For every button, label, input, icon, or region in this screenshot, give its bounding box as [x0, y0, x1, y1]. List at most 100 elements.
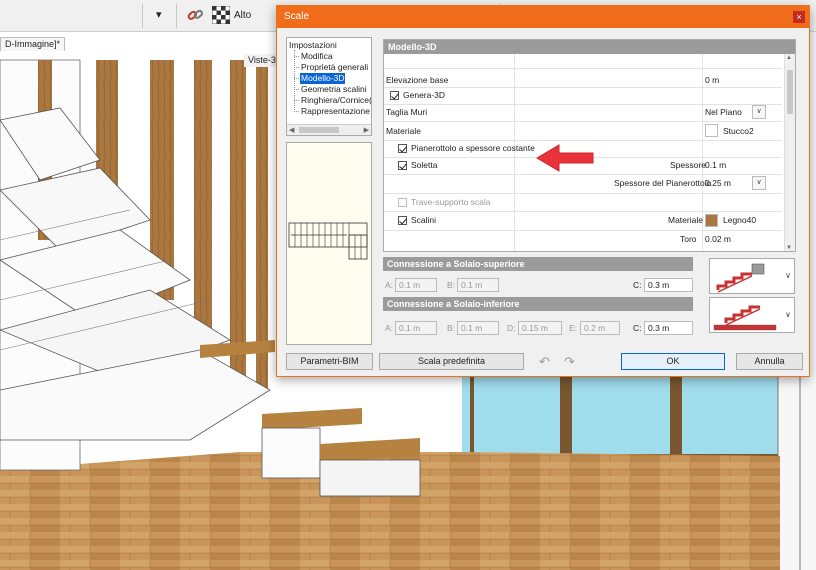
materiale-value[interactable]: Stucco2	[723, 126, 754, 137]
upper-b-label: B:	[447, 280, 456, 290]
tree-item-proprieta-generali[interactable]: Proprietà generali	[301, 62, 368, 73]
redo-icon[interactable]: ↷	[564, 355, 575, 368]
row-divider	[384, 104, 782, 105]
settings-tree[interactable]: Impostazioni Modifica Proprietà generali…	[286, 37, 372, 136]
genera-3d-label: Genera-3D	[403, 90, 446, 100]
row-divider	[384, 230, 782, 231]
upper-a-field[interactable]: 0.1 m	[395, 278, 437, 292]
pianerottolo-checkbox[interactable]	[398, 144, 407, 153]
upper-b-field[interactable]: 0.1 m	[457, 278, 499, 292]
view-level-label[interactable]: Alto	[234, 10, 251, 21]
spessore-pianerottolo-dropdown[interactable]: ∨	[752, 176, 766, 190]
taglia-muri-label: Taglia Muri	[386, 107, 428, 117]
chain-link-icon[interactable]	[186, 6, 204, 24]
dialog-title-bar[interactable]: Scale	[277, 6, 809, 28]
lower-b-field[interactable]: 0.1 m	[457, 321, 499, 335]
scalini-checkbox[interactable]	[398, 216, 407, 225]
lower-a-label: A:	[385, 323, 394, 333]
row-divider	[384, 87, 782, 88]
scalini-materiale-label: Materiale	[668, 215, 703, 225]
stair-plan-preview	[286, 142, 372, 345]
elevazione-base-value[interactable]: 0 m	[705, 75, 719, 86]
tree-connector	[294, 78, 299, 79]
chevron-down-icon[interactable]: ∨	[785, 271, 791, 280]
upper-c-field[interactable]: 0.3 m	[644, 278, 693, 292]
spessore-pianerottolo-value[interactable]: 0.25 m	[705, 178, 731, 189]
lower-e-label: E:	[569, 323, 578, 333]
tree-connector	[294, 100, 299, 101]
tree-item-geometria-scalini[interactable]: Geometria scalini	[301, 84, 367, 95]
cancel-button[interactable]: Annulla	[736, 353, 803, 370]
scrollbar-thumb[interactable]	[787, 70, 793, 114]
tree-connector	[294, 89, 299, 90]
genera-3d-checkbox[interactable]	[390, 91, 399, 100]
undo-icon[interactable]: ↶	[539, 355, 550, 368]
legno-swatch[interactable]	[705, 214, 718, 227]
scroll-down-icon[interactable]: ▼	[786, 245, 792, 251]
lower-connection-type-select[interactable]: ∨	[709, 297, 795, 333]
section-header-upper: Connessione a Solaio-superiore	[383, 257, 693, 271]
materiale-label: Materiale	[386, 126, 421, 136]
lower-d-label: D:	[507, 323, 516, 333]
lower-e-field[interactable]: 0.2 m	[580, 321, 620, 335]
lower-d-field[interactable]: 0.15 m	[518, 321, 562, 335]
tree-item-ringhiera-cornice[interactable]: Ringhiera/Cornice(+	[301, 95, 371, 106]
row-divider	[384, 68, 782, 69]
panel-vertical-scrollbar[interactable]: ▲ ▼	[784, 54, 795, 251]
stairs-dialog: Scale × Impostazioni Modifica Proprietà …	[276, 5, 810, 377]
tree-root-settings[interactable]: Impostazioni	[289, 40, 337, 51]
toro-value[interactable]: 0.02 m	[705, 234, 731, 245]
tree-item-modello-3d[interactable]: Modello-3D	[300, 73, 346, 84]
tree-item-rappresentazione[interactable]: Rappresentazione s	[301, 106, 371, 117]
stair-plan-drawing	[288, 222, 368, 260]
toro-label: Toro	[680, 234, 697, 244]
section-header-lower: Connessione a Solaio-inferiore	[383, 297, 693, 311]
scrollbar-thumb[interactable]	[299, 127, 339, 133]
row-divider	[384, 174, 782, 175]
trave-supporto-label: Trave-supporto scala	[411, 197, 491, 207]
upper-a-label: A:	[385, 280, 394, 290]
pianerottolo-label: Pianerottolo a spessore costante	[411, 143, 535, 153]
scroll-left-icon[interactable]: ◀	[289, 126, 294, 134]
tree-connector	[294, 50, 295, 112]
row-divider	[384, 211, 782, 212]
dropdown-arrow-icon[interactable]: ▾	[156, 8, 162, 21]
scroll-up-icon[interactable]: ▲	[786, 55, 792, 61]
tree-item-modifica[interactable]: Modifica	[301, 51, 333, 62]
ok-button[interactable]: OK	[621, 353, 725, 370]
parametri-bim-button[interactable]: Parametri-BIM	[286, 353, 373, 370]
taglia-muri-dropdown[interactable]: ∨	[752, 105, 766, 119]
toolbar-separator	[176, 4, 177, 28]
section-header-modello-3d: Modello-3D	[384, 40, 795, 54]
scala-predefinita-button[interactable]: Scala predefinita	[379, 353, 524, 370]
scroll-right-icon[interactable]: ▶	[364, 126, 369, 134]
spessore-value[interactable]: 0.1 m	[705, 160, 726, 171]
scalini-materiale-value[interactable]: Legno40	[723, 215, 756, 226]
dialog-title: Scale	[284, 11, 310, 22]
trave-supporto-checkbox[interactable]	[398, 198, 407, 207]
checkerboard-icon[interactable]	[212, 6, 230, 24]
row-divider	[384, 140, 782, 141]
scalini-label: Scalini	[411, 215, 437, 225]
tree-connector	[294, 56, 299, 57]
lower-a-field[interactable]: 0.1 m	[395, 321, 437, 335]
document-tab[interactable]: D-Immagine]*	[0, 37, 66, 51]
tree-connector	[294, 111, 299, 112]
spessore-pianerottolo-label: Spessore del Pianerottolo	[614, 178, 712, 188]
soletta-checkbox[interactable]	[398, 161, 407, 170]
taglia-muri-value[interactable]: Nel Piano	[705, 107, 742, 118]
upper-connection-type-select[interactable]: ∨	[709, 258, 795, 294]
row-divider	[384, 193, 782, 194]
lower-stair-connection-icon	[713, 305, 777, 331]
chevron-down-icon[interactable]: ∨	[785, 310, 791, 319]
stucco-swatch[interactable]	[705, 124, 718, 137]
soletta-label: Soletta	[411, 160, 438, 170]
close-button[interactable]: ×	[793, 11, 805, 23]
tree-horizontal-scrollbar[interactable]: ◀ ▶	[287, 124, 371, 135]
upper-c-label: C:	[633, 280, 642, 290]
toolbar-separator	[142, 4, 143, 28]
row-divider	[384, 121, 782, 122]
lower-c-label: C:	[633, 323, 642, 333]
lower-c-field[interactable]: 0.3 m	[644, 321, 693, 335]
annotation-arrow-icon	[536, 144, 594, 172]
